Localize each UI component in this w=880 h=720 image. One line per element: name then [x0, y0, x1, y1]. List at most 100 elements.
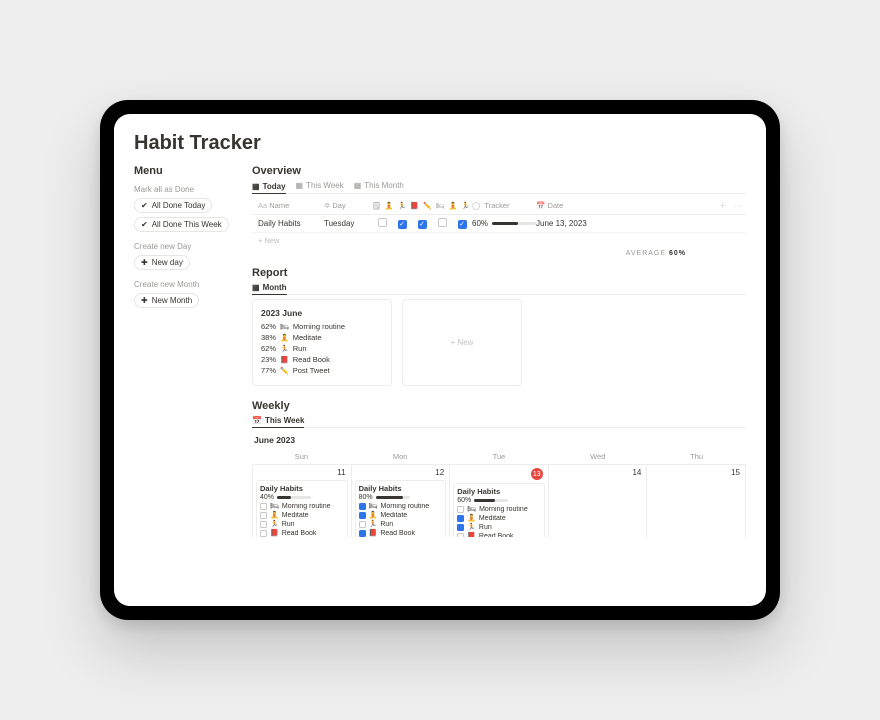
sidebar-heading: Menu — [134, 165, 234, 177]
overview-header: Aa Name ✲ Day 🗒 🧘 🏃 📕 ✏️ 🛏 🧘 🏃 — [252, 197, 746, 215]
habit-row[interactable]: 🧘Meditate — [359, 511, 443, 519]
hdr-icon: 🛏 — [436, 202, 445, 210]
habit-row[interactable]: 🏃Run — [457, 523, 541, 531]
habit-row[interactable]: 🛏Morning routine — [260, 502, 344, 510]
weekly-month: June 2023 — [252, 431, 746, 449]
all-done-week-button[interactable]: ✔All Done This Week — [134, 217, 229, 232]
habit-icons-header: 🗒 🧘 🏃 📕 ✏️ 🛏 🧘 🏃 — [372, 202, 472, 210]
day-number: 12 — [355, 467, 447, 478]
habit-checkbox[interactable] — [359, 503, 366, 510]
grid-icon: ▦ — [354, 181, 362, 190]
row-day: Tuesday — [324, 219, 372, 228]
add-column-icon[interactable]: ＋ — [715, 200, 731, 211]
weekly-row: 11 Daily Habits40%🛏Morning routine🧘Medita… — [252, 465, 746, 537]
report-card-title: 2023 June — [261, 308, 383, 318]
new-month-button[interactable]: ✚New Month — [134, 293, 199, 308]
habit-row[interactable]: 🏃Run — [260, 520, 344, 528]
weekly-cell[interactable]: 11 Daily Habits40%🛏Morning routine🧘Medita… — [252, 465, 352, 537]
habit-checkbox[interactable] — [260, 521, 267, 528]
all-done-today-button[interactable]: ✔All Done Today — [134, 198, 212, 213]
habit-checkbox[interactable] — [260, 512, 267, 519]
weekly-cell[interactable]: 12 Daily Habits80%🛏Morning routine🧘Medita… — [352, 465, 451, 537]
overview-tabs: ▦Today ▦This Week ▦This Month — [252, 181, 746, 194]
weekly-tabs: 📅This Week — [252, 416, 746, 428]
hdr-icon: ✏️ — [423, 202, 432, 210]
habit-row[interactable]: 📕Read Book — [457, 532, 541, 537]
page-title: Habit Tracker — [134, 132, 746, 155]
habit-checkbox[interactable]: ✓ — [398, 220, 407, 229]
habit-row[interactable]: 🧘Meditate — [457, 514, 541, 522]
hdr-icon: 🗒 — [372, 202, 381, 210]
habit-checkbox[interactable] — [457, 515, 464, 522]
hdr-icon: 🏃 — [398, 202, 407, 210]
sidebar: Menu Mark all as Done ✔All Done Today ✔A… — [134, 165, 234, 606]
day-number: 13 — [453, 467, 545, 481]
overview-new-row[interactable]: + New — [258, 236, 279, 245]
day-card[interactable]: Daily Habits60%🛏Morning routine🧘Meditate… — [453, 483, 545, 537]
report-new-card[interactable]: + New — [402, 299, 522, 386]
grid-icon: ▦ — [296, 181, 304, 190]
habit-checkbox[interactable] — [457, 506, 464, 513]
list-icon: ▦ — [252, 182, 260, 191]
habit-checkbox[interactable] — [359, 530, 366, 537]
weekly-day-headers: Sun Mon Tue Wed Thu — [252, 449, 746, 465]
hdr-icon: 🧘 — [449, 202, 458, 210]
tablet-frame: Habit Tracker Menu Mark all as Done ✔All… — [100, 100, 780, 620]
habit-checkbox[interactable] — [260, 503, 267, 510]
report-heading: Report — [252, 267, 746, 279]
habit-checkbox[interactable] — [457, 524, 464, 531]
day-card[interactable]: Daily Habits80%🛏Morning routine🧘Meditate… — [355, 480, 447, 537]
tab-this-month[interactable]: ▦This Month — [354, 181, 404, 190]
habit-checkbox[interactable] — [260, 530, 267, 537]
hdr-icon: 🏃 — [461, 202, 470, 210]
overview-heading: Overview — [252, 165, 746, 177]
check-icon: ✔ — [141, 201, 148, 210]
main: Overview ▦Today ▦This Week ▦This Month A… — [252, 165, 746, 606]
new-day-button[interactable]: ✚New day — [134, 255, 190, 270]
row-name: Daily Habits — [252, 219, 324, 228]
hdr-icon: 📕 — [410, 202, 419, 210]
list-icon: ▦ — [252, 283, 260, 292]
overview-average: AVERAGE 60% — [252, 250, 746, 257]
calendar-icon: 📅 — [252, 416, 262, 425]
check-icon: ✔ — [141, 220, 148, 229]
habit-row[interactable]: 🛏Morning routine — [457, 505, 541, 513]
tab-today[interactable]: ▦Today — [252, 181, 286, 194]
screen: Habit Tracker Menu Mark all as Done ✔All… — [114, 114, 766, 606]
habit-checkbox[interactable] — [378, 218, 387, 227]
day-number: 11 — [256, 467, 348, 478]
row-date: June 13, 2023 — [536, 219, 606, 228]
report-tabs: ▦Month — [252, 283, 746, 295]
habit-checkbox[interactable]: ✓ — [418, 220, 427, 229]
day-number: 15 — [650, 467, 742, 478]
habit-row[interactable]: 🧘Meditate — [260, 511, 344, 519]
report-card[interactable]: 2023 June 62%🛏Morning routine 38%🧘Medita… — [252, 299, 392, 386]
habit-row[interactable]: 📕Read Book — [359, 529, 443, 537]
sidebar-section-label: Create new Day — [134, 242, 234, 251]
plus-icon: ✚ — [141, 258, 148, 267]
habit-checkbox[interactable]: ✓ — [458, 220, 467, 229]
sidebar-section-label: Create new Month — [134, 280, 234, 289]
overview-row[interactable]: Daily Habits Tuesday ✓ ✓ ✓ 60% June 13, … — [252, 215, 746, 233]
day-card[interactable]: Daily Habits40%🛏Morning routine🧘Meditate… — [256, 480, 348, 537]
habit-checkbox[interactable] — [359, 512, 366, 519]
page: Habit Tracker Menu Mark all as Done ✔All… — [114, 114, 766, 606]
habit-row[interactable]: 🛏Morning routine — [359, 502, 443, 510]
habit-row[interactable]: 📕Read Book — [260, 529, 344, 537]
tab-this-week[interactable]: ▦This Week — [296, 181, 344, 190]
tab-month[interactable]: ▦Month — [252, 283, 287, 295]
weekly-cell[interactable]: 14 — [549, 465, 648, 537]
row-tracker: 60% — [472, 219, 536, 228]
plus-icon: ✚ — [141, 296, 148, 305]
weekly-cell[interactable]: 13 Daily Habits60%🛏Morning routine🧘Medita… — [450, 465, 549, 537]
habit-checkbox[interactable] — [359, 521, 366, 528]
weekly-cell[interactable]: 15 — [647, 465, 746, 537]
more-icon[interactable]: ⋯ — [731, 201, 747, 210]
day-number: 14 — [552, 467, 644, 478]
habit-checkbox[interactable] — [438, 218, 447, 227]
weekly-heading: Weekly — [252, 400, 746, 412]
hdr-icon: 🧘 — [385, 202, 394, 210]
habit-row[interactable]: 🏃Run — [359, 520, 443, 528]
tab-this-week[interactable]: 📅This Week — [252, 416, 304, 428]
habit-checkbox[interactable] — [457, 533, 464, 538]
